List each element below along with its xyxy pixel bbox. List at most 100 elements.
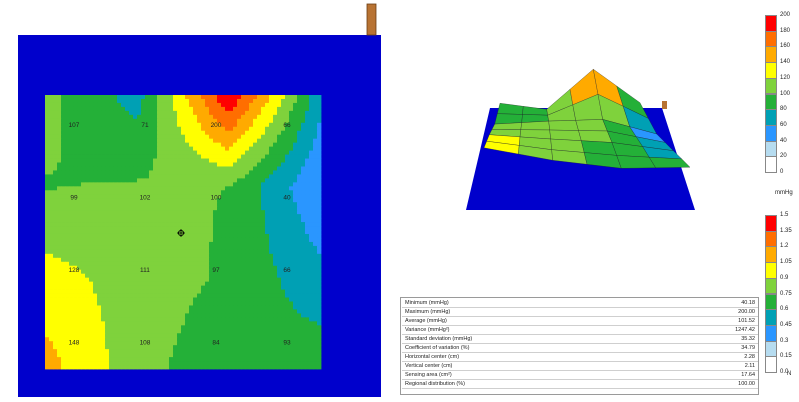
contour-cell xyxy=(181,293,186,298)
contour-cell xyxy=(133,261,138,267)
contour-cell xyxy=(309,349,314,354)
contour-cell xyxy=(109,210,114,215)
contour-cell xyxy=(193,206,198,211)
contour-cell xyxy=(201,118,206,124)
contour-cell xyxy=(193,349,198,354)
contour-cell xyxy=(217,146,222,151)
contour-cell xyxy=(117,126,122,132)
contour-cell xyxy=(301,353,306,358)
contour-cell xyxy=(285,349,290,354)
contour-cell xyxy=(257,126,262,132)
contour-cell xyxy=(221,190,226,195)
contour-cell xyxy=(81,170,86,175)
contour-cell xyxy=(229,98,234,104)
contour-cell xyxy=(269,126,274,132)
contour-cell xyxy=(181,353,186,358)
contour-cell xyxy=(153,317,158,322)
contour-cell xyxy=(169,118,174,124)
contour-cell xyxy=(293,126,298,132)
contour-cell xyxy=(237,122,242,128)
contour-cell xyxy=(245,114,250,120)
contour-cell xyxy=(105,222,110,227)
contour-cell xyxy=(289,297,294,302)
contour-cell xyxy=(317,237,322,243)
contour-cell xyxy=(213,249,218,255)
contour-cell xyxy=(161,257,166,263)
contour-cell xyxy=(293,162,298,167)
contour-cell xyxy=(61,329,66,334)
contour-cell xyxy=(77,162,82,167)
contour-cell xyxy=(169,214,174,219)
contour-cell xyxy=(273,301,278,306)
contour-cell xyxy=(157,237,162,243)
contour-cell xyxy=(205,206,210,211)
contour-cell xyxy=(249,226,254,231)
contour-cell xyxy=(101,361,106,366)
contour-cell xyxy=(141,210,146,215)
contour-cell xyxy=(105,269,110,275)
contour-cell xyxy=(277,365,282,370)
pressure-contour-map[interactable]: 107 71 200 6699 102 100 40128 111 97 66148 108 84 93 xyxy=(0,0,400,402)
contour-cell xyxy=(157,170,162,175)
contour-cell xyxy=(77,305,82,310)
contour-cell xyxy=(277,289,282,294)
contour-cell xyxy=(281,142,286,148)
contour-cell xyxy=(105,289,110,294)
contour-cell xyxy=(101,206,106,211)
contour-cell xyxy=(161,313,166,318)
contour-cell xyxy=(317,158,322,163)
contour-cell xyxy=(245,349,250,354)
contour-cell xyxy=(273,289,278,294)
contour-cell xyxy=(145,150,150,155)
contour-cell xyxy=(185,222,190,227)
contour-cell xyxy=(69,313,74,318)
contour-cell xyxy=(241,261,246,267)
contour-cell xyxy=(173,257,178,263)
contour-cell xyxy=(61,102,66,108)
contour-cell xyxy=(113,106,118,112)
contour-cell xyxy=(133,349,138,354)
stats-row: Maximum (mmHg) 200.00 xyxy=(402,307,758,317)
contour-cell xyxy=(197,241,202,247)
contour-cell xyxy=(57,241,62,247)
contour-cell xyxy=(221,237,226,243)
contour-cell xyxy=(65,114,70,120)
contour-cell xyxy=(317,210,322,215)
contour-cell xyxy=(221,146,226,151)
contour-cell xyxy=(169,210,174,215)
contour-cell xyxy=(69,218,74,223)
contour-cell xyxy=(233,245,238,251)
contour-cell xyxy=(253,138,258,144)
contour-cell xyxy=(213,214,218,219)
contour-cell xyxy=(173,102,178,108)
contour-cell xyxy=(109,265,114,271)
contour-cell xyxy=(101,261,106,267)
contour-cell xyxy=(317,249,322,255)
contour-cell xyxy=(221,349,226,354)
contour-cell xyxy=(97,309,102,314)
contour-cell xyxy=(305,182,310,187)
stats-value: 40.18 xyxy=(665,299,758,308)
contour-cell xyxy=(225,333,230,338)
contour-cell xyxy=(81,138,86,144)
contour-cell xyxy=(97,198,102,203)
contour-cell xyxy=(173,106,178,112)
contour-cell xyxy=(241,325,246,330)
contour-cell xyxy=(137,95,142,100)
contour-cell xyxy=(249,102,254,108)
contour-cell xyxy=(309,309,314,314)
contour-cell xyxy=(49,95,54,100)
contour-cell xyxy=(173,210,178,215)
contour-cell xyxy=(225,110,230,116)
contour-cell xyxy=(209,317,214,322)
contour-cell xyxy=(105,114,110,120)
contour-cell xyxy=(125,253,130,259)
contour-cell xyxy=(137,277,142,283)
contour-cell xyxy=(113,273,118,279)
contour-cell xyxy=(265,257,270,263)
contour-cell xyxy=(117,361,122,366)
contour-cell xyxy=(89,110,94,116)
contour-cell xyxy=(317,257,322,263)
contour-cell xyxy=(317,305,322,310)
contour-cell xyxy=(129,293,134,298)
